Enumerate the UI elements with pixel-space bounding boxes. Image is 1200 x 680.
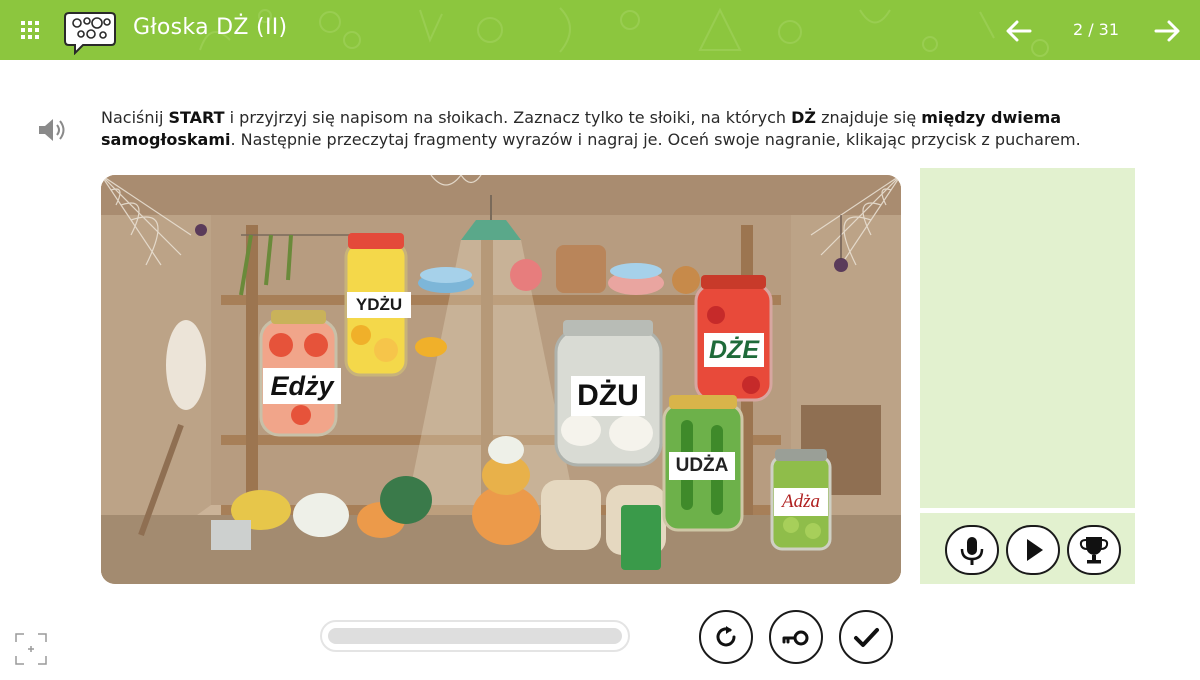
checkmark-icon	[854, 628, 879, 647]
progress-bar	[320, 620, 630, 652]
recordings-panel	[920, 168, 1135, 508]
fullscreen-icon[interactable]	[14, 632, 48, 666]
arrow-right-icon[interactable]	[1152, 16, 1182, 46]
trophy-icon	[1079, 537, 1109, 564]
progress-bar-track	[328, 628, 622, 644]
rate-recording-button[interactable]	[1067, 525, 1121, 575]
arrow-left-icon[interactable]	[1004, 16, 1034, 46]
show-answer-button[interactable]	[769, 610, 823, 664]
jar-label-dzu[interactable]: DŻU	[571, 376, 645, 416]
instruction-text: Naciśnij START i przyjrzyj się napisom n…	[101, 107, 1101, 151]
play-icon	[1027, 539, 1043, 561]
grid-dots-icon[interactable]	[20, 20, 40, 40]
pantry-illustration	[101, 175, 901, 584]
record-button[interactable]	[945, 525, 999, 575]
jar-label-edzy[interactable]: Edży	[263, 368, 341, 404]
page-title: Głoska DŻ (II)	[133, 15, 288, 40]
speech-bubble-logo-icon	[64, 12, 116, 55]
key-icon	[782, 630, 809, 646]
jar-label-ydzu[interactable]: YDŻU	[347, 292, 411, 318]
jar-label-udza[interactable]: UDŻA	[669, 452, 735, 480]
instruction-bold-dz: DŻ	[791, 108, 816, 127]
reset-button[interactable]	[699, 610, 753, 664]
instruction-bold-start: START	[168, 108, 225, 127]
header-bar: Głoska DŻ (II) 2 / 31	[0, 0, 1200, 60]
reset-icon	[716, 626, 736, 647]
instruction-part: znajduje się	[815, 108, 922, 127]
play-button[interactable]	[1006, 525, 1060, 575]
instruction-part: Naciśnij	[101, 108, 169, 127]
page-counter: 2 / 31	[1072, 20, 1120, 39]
instruction-part: . Następnie przeczytaj fragmenty wyrazów…	[230, 130, 1081, 149]
check-button[interactable]	[839, 610, 893, 664]
speaker-icon[interactable]	[36, 116, 66, 144]
jar-label-adza[interactable]: Adża	[774, 488, 828, 516]
jar-label-dze[interactable]: DŻE	[704, 333, 764, 367]
pantry-scene: YDŻU Edży DŻU DŻE UDŻA Adża	[101, 175, 901, 584]
microphone-icon	[960, 537, 984, 565]
instruction-part: i przyjrzyj się napisom na słoikach. Zaz…	[224, 108, 792, 127]
